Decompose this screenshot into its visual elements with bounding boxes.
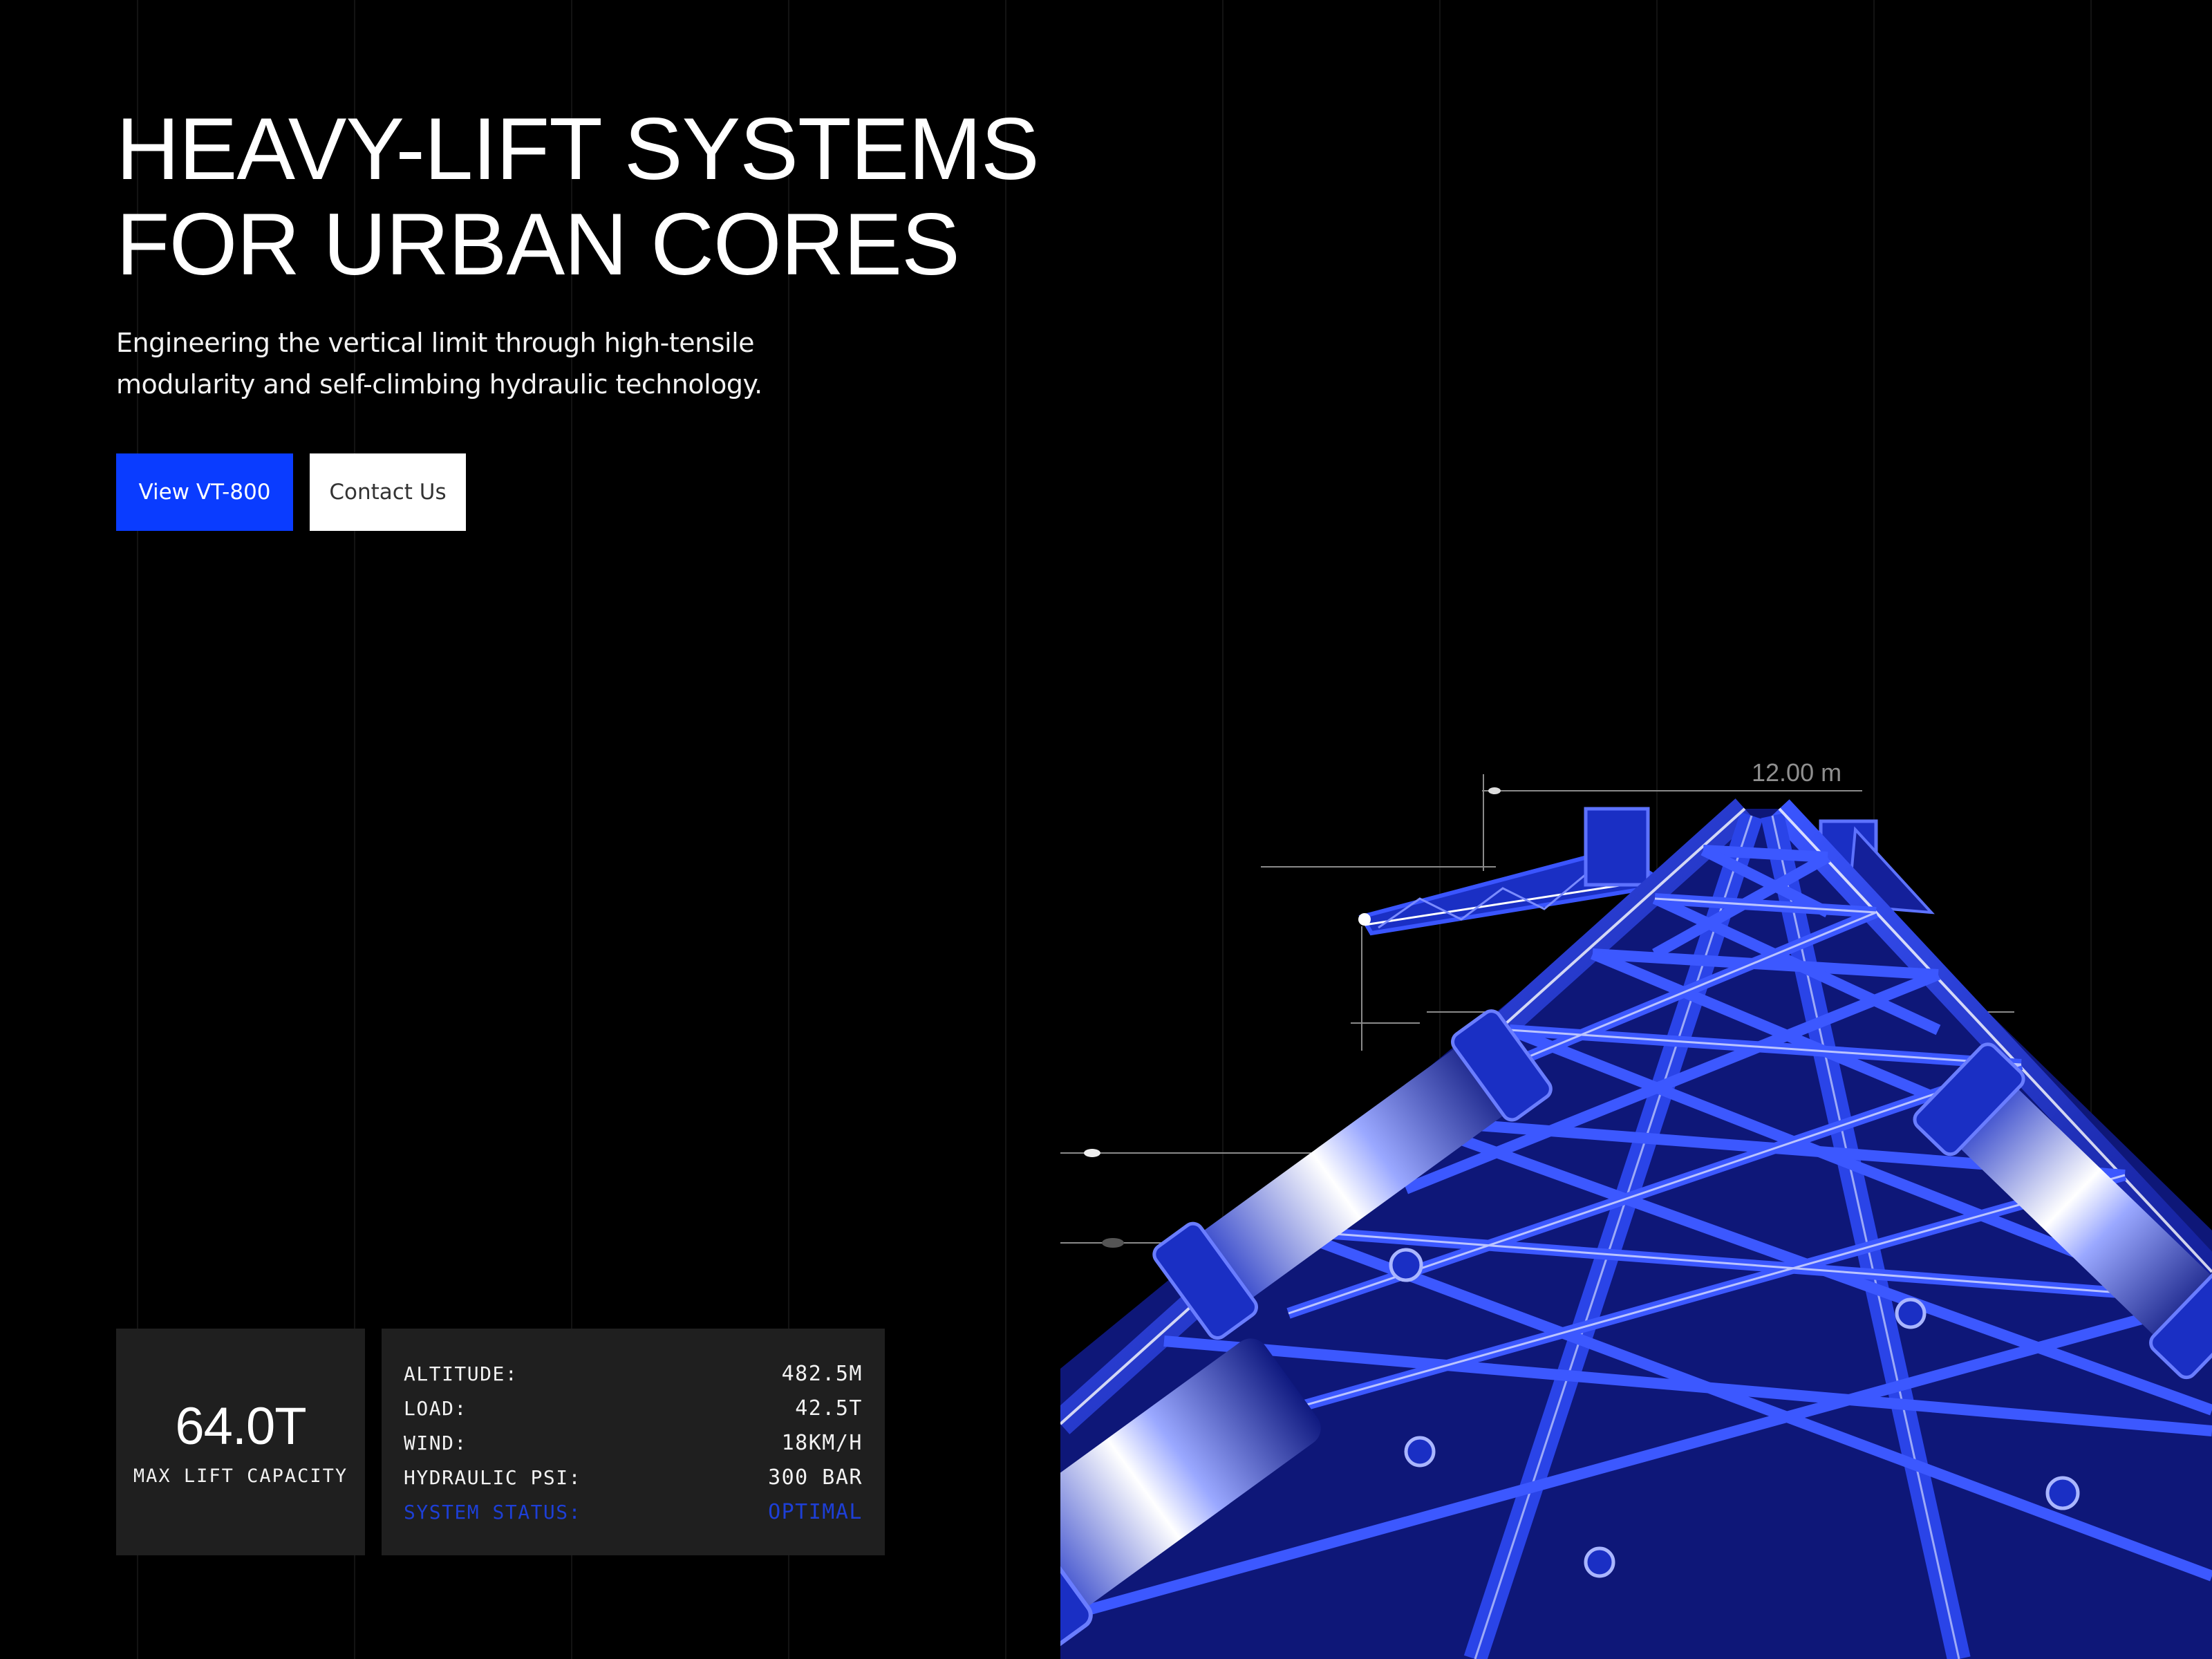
crane-illustration: 12.00 m (1060, 758, 2212, 1659)
subtitle-line: modularity and self-climbing hydraulic t… (116, 369, 762, 400)
max-lift-capacity-card: 64.0T MAX LIFT CAPACITY (116, 1329, 365, 1555)
telemetry-row-altitude: ALTITUDE: 482.5M (404, 1356, 863, 1391)
telemetry-row-load: LOAD: 42.5T (404, 1391, 863, 1425)
dimension-marker (1102, 1238, 1124, 1248)
telemetry-label: WIND: (404, 1431, 467, 1454)
telemetry-label: HYDRAULIC PSI: (404, 1465, 582, 1489)
telemetry-value: 300 BAR (768, 1465, 863, 1490)
status-badge: OPTIMAL (768, 1499, 863, 1524)
jib-tip (1358, 913, 1371, 926)
contact-us-button[interactable]: Contact Us (310, 453, 466, 531)
telemetry-label: ALTITUDE: (404, 1362, 518, 1385)
telemetry-value: 18KM/H (781, 1430, 863, 1455)
dimension-label: 12.00 m (1752, 758, 1841, 787)
dimension-marker (1488, 787, 1501, 794)
telemetry-value: 482.5M (781, 1361, 863, 1386)
dimension-marker (1084, 1149, 1100, 1157)
hero-page: HEAVY-LIFT SYSTEMS FOR URBAN CORES Engin… (0, 0, 2212, 1659)
crane-cabin (1584, 807, 1650, 887)
telemetry-row-hydraulic-psi: HYDRAULIC PSI: 300 BAR (404, 1460, 863, 1494)
telemetry-row-wind: WIND: 18KM/H (404, 1425, 863, 1460)
subtitle-line: Engineering the vertical limit through h… (116, 328, 755, 358)
page-title: HEAVY-LIFT SYSTEMS FOR URBAN CORES (116, 100, 1040, 293)
view-vt800-button[interactable]: View VT-800 (116, 453, 293, 531)
telemetry-row-system-status: SYSTEM STATUS: OPTIMAL (404, 1494, 863, 1529)
telemetry-value: 42.5T (795, 1396, 863, 1421)
stat-value: 64.0T (175, 1396, 306, 1456)
title-line: FOR URBAN CORES (116, 195, 960, 293)
telemetry-panel: ALTITUDE: 482.5M LOAD: 42.5T WIND: 18KM/… (382, 1329, 885, 1555)
title-line: HEAVY-LIFT SYSTEMS (116, 100, 1040, 198)
telemetry-label: LOAD: (404, 1396, 467, 1420)
hero-subtitle: Engineering the vertical limit through h… (116, 322, 932, 405)
telemetry-label: SYSTEM STATUS: (404, 1500, 582, 1524)
stat-label: MAX LIFT CAPACITY (133, 1465, 348, 1487)
